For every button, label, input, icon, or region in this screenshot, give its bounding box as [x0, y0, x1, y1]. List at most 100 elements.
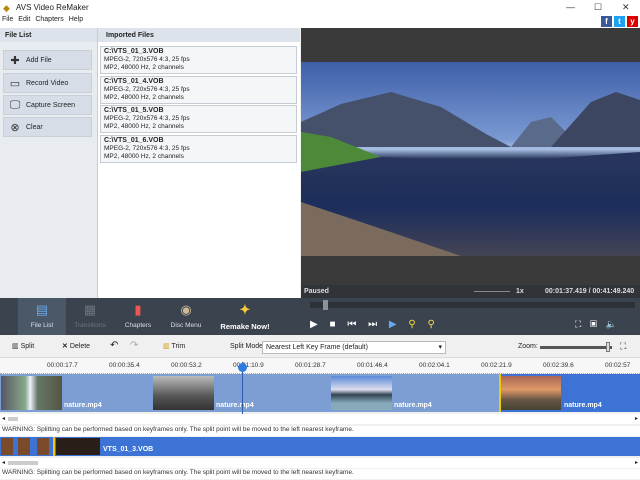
clip-thumbnail: [1, 376, 62, 410]
undo-button[interactable]: ↶: [110, 340, 118, 351]
track2-scrollbar[interactable]: ◂ ▸: [0, 458, 640, 468]
clip-thumbnail: [37, 438, 49, 455]
track1-scrollbar[interactable]: ◂ ▸: [0, 414, 640, 424]
next-frame-button[interactable]: ⏭: [368, 319, 377, 330]
add-file-label: Add File: [26, 56, 52, 64]
keyframe-marker: [53, 437, 55, 456]
file-item[interactable]: C:\VTS_01_6.VOB MPEG-2, 720x576 4:3, 25 f…: [100, 135, 297, 163]
playback-status: Paused: [304, 288, 329, 295]
trim-icon: ▥: [163, 343, 170, 350]
transitions-icon: ▦: [83, 302, 97, 317]
timeline-ruler: 00:00:17.7 00:00:35.4 00:00:53.2 00:01:1…: [0, 358, 640, 374]
file-list-icon: ▤: [35, 302, 49, 317]
vob-track[interactable]: VTS_01_3.VOB: [0, 437, 640, 456]
app-logo-icon: ◆: [3, 3, 10, 13]
clear-label: Clear: [26, 123, 43, 131]
capture-screen-label: Capture Screen: [26, 101, 76, 109]
split-icon: ▥: [12, 343, 19, 350]
playhead-handle[interactable]: [238, 363, 247, 372]
mark-out-button[interactable]: ⚲: [427, 319, 434, 330]
edit-toolbar: ▥ Split ✕ Delete ↶ ↷ ▥ Trim Split Mode: …: [0, 337, 640, 358]
play-button[interactable]: ▶: [310, 319, 318, 330]
file-name: C:\VTS_01_6.VOB: [104, 137, 164, 144]
fullscreen-icon[interactable]: ⛶: [575, 319, 581, 329]
split-warning: WARNING: Splitting can be performed base…: [0, 426, 640, 436]
title-bar: ◆ AVS Video ReMaker — ☐ ✕: [0, 0, 640, 16]
imported-files-panel: Imported Files C:\VTS_01_3.VOB MPEG-2, 72…: [97, 28, 300, 298]
scroll-right-icon[interactable]: ▸: [635, 415, 638, 422]
go-to-marker-button[interactable]: ▶: [389, 319, 397, 330]
clip-thumbnail: [153, 376, 214, 410]
facebook-icon[interactable]: f: [601, 16, 612, 27]
remake-now-button[interactable]: ✦ Remake Now!: [212, 298, 278, 335]
scroll-thumb[interactable]: [8, 417, 18, 421]
file-item[interactable]: C:\VTS_01_4.VOB MPEG-2, 720x576 4:3, 25 f…: [100, 76, 297, 104]
stop-button[interactable]: ■: [329, 319, 335, 330]
youtube-icon[interactable]: y: [627, 16, 638, 27]
chapters-icon: ▮: [134, 302, 142, 317]
menu-edit[interactable]: Edit: [18, 16, 30, 23]
video-track[interactable]: nature.mp4 nature.mp4 nature.mp4 nature.…: [0, 374, 640, 412]
clear-button[interactable]: ⊗ Clear: [3, 117, 92, 137]
file-audio-info: MP2, 48000 Hz, 2 channels: [104, 153, 184, 160]
clip-label: nature.mp4: [394, 402, 432, 409]
snapshot-icon[interactable]: ▣: [590, 319, 597, 329]
menu-file[interactable]: File: [2, 16, 13, 23]
split-warning: WARNING: Splitting can be performed base…: [0, 469, 640, 479]
scroll-thumb[interactable]: [8, 461, 38, 465]
video-frame: [301, 62, 640, 256]
ruler-tick: 00:00:35.4: [109, 362, 140, 369]
file-video-info: MPEG-2, 720x576 4:3, 25 fps: [104, 86, 190, 93]
disc-menu-tab[interactable]: ◉ Disc Menu: [162, 298, 210, 335]
zoom-handle[interactable]: [606, 342, 610, 352]
menu-help[interactable]: Help: [69, 16, 83, 23]
add-file-button[interactable]: ✚ Add File: [3, 50, 92, 70]
maximize-button[interactable]: ☐: [594, 2, 602, 13]
fit-zoom-icon[interactable]: ⛶: [620, 341, 626, 352]
mark-in-button[interactable]: ⚲: [408, 319, 415, 330]
split-mode-select[interactable]: Nearest Left Key Frame (default) ▾: [262, 341, 446, 354]
volume-icon[interactable]: 🔈: [606, 319, 617, 329]
ruler-tick: 00:02:57: [605, 362, 631, 369]
clip-thumbnail: [331, 376, 392, 410]
file-list-tab[interactable]: ▤ File List: [18, 298, 66, 335]
file-list-panel: File List ✚ Add File ▭ Record Video 🖵 Captu…: [0, 28, 97, 298]
split-button[interactable]: ▥ Split: [12, 342, 34, 350]
seek-handle[interactable]: [323, 300, 328, 310]
seek-bar[interactable]: [310, 300, 635, 310]
ruler-tick: 00:02:39.6: [543, 362, 574, 369]
clip-thumbnail: [56, 438, 100, 455]
minimize-button[interactable]: —: [566, 2, 575, 12]
ruler-tick: 00:01:46.4: [357, 362, 388, 369]
record-video-button[interactable]: ▭ Record Video: [3, 73, 92, 93]
camera-icon: ▭: [9, 77, 21, 90]
landscape-image: [301, 92, 640, 256]
chapters-tab[interactable]: ▮ Chapters: [114, 298, 162, 335]
scroll-left-icon[interactable]: ◂: [2, 459, 5, 466]
zoom-slider[interactable]: [540, 342, 612, 352]
file-item[interactable]: C:\VTS_01_3.VOB MPEG-2, 720x576 4:3, 25 f…: [100, 46, 297, 74]
file-name: C:\VTS_01_4.VOB: [104, 78, 164, 85]
capture-screen-button[interactable]: 🖵 Capture Screen: [3, 95, 92, 115]
twitter-icon[interactable]: t: [614, 16, 625, 27]
file-audio-info: MP2, 48000 Hz, 2 channels: [104, 123, 184, 130]
prev-frame-button[interactable]: ⏮: [347, 319, 356, 330]
speed-slider[interactable]: [474, 291, 510, 292]
ruler-tick: 00:02:21.9: [481, 362, 512, 369]
scroll-right-icon[interactable]: ▸: [635, 459, 638, 466]
file-item[interactable]: C:\VTS_01_5.VOB MPEG-2, 720x576 4:3, 25 f…: [100, 105, 297, 133]
split-mode-value: Nearest Left Key Frame (default): [266, 344, 368, 351]
file-video-info: MPEG-2, 720x576 4:3, 25 fps: [104, 115, 190, 122]
delete-button[interactable]: ✕ Delete: [62, 342, 90, 350]
menu-bar: File Edit Chapters Help: [0, 16, 640, 28]
redo-button: ↷: [130, 340, 139, 351]
clip-label: VTS_01_3.VOB: [103, 446, 154, 453]
menu-chapters[interactable]: Chapters: [35, 16, 63, 23]
file-video-info: MPEG-2, 720x576 4:3, 25 fps: [104, 56, 190, 63]
window-title: AVS Video ReMaker: [16, 3, 89, 12]
trim-button[interactable]: ▥ Trim: [163, 342, 185, 350]
close-button[interactable]: ✕: [622, 2, 630, 13]
player-status-bar: Paused 1x 00:01:37.419 / 00:41:49.240: [301, 285, 640, 298]
scroll-left-icon[interactable]: ◂: [2, 415, 5, 422]
zoom-label: Zoom:: [518, 343, 538, 350]
